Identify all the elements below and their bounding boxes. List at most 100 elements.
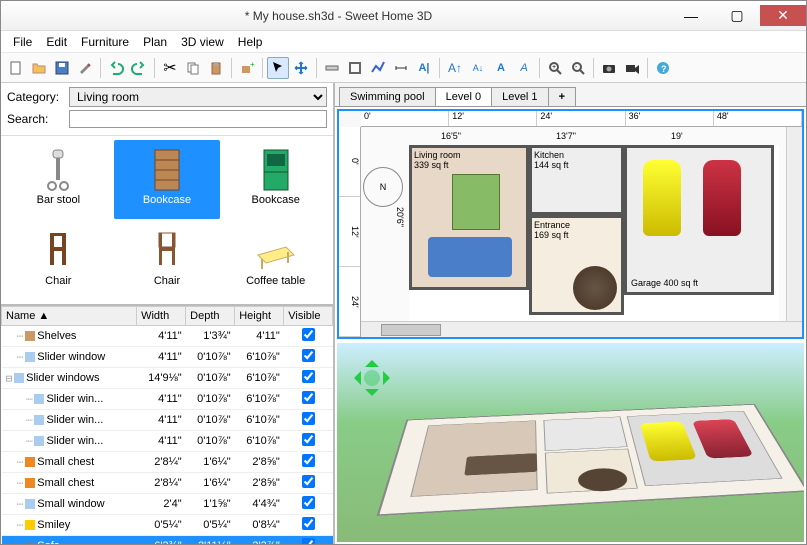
- menu-3dview[interactable]: 3D view: [175, 33, 230, 51]
- row-name: Small window: [37, 498, 104, 510]
- select-icon[interactable]: [267, 57, 289, 79]
- copy-icon[interactable]: [182, 57, 204, 79]
- dimension-icon[interactable]: [390, 57, 412, 79]
- category-label: Category:: [7, 90, 65, 104]
- room-kitchen: Kitchen144 sq ft: [529, 145, 624, 215]
- menu-file[interactable]: File: [7, 33, 38, 51]
- row-name: Slider win...: [46, 414, 103, 426]
- visible-checkbox[interactable]: [302, 412, 315, 425]
- menu-plan[interactable]: Plan: [137, 33, 173, 51]
- text-bigger-icon[interactable]: A↑: [444, 57, 466, 79]
- catalog-grid: Bar stoolBookcaseBookcaseChairChairCoffe…: [1, 136, 333, 304]
- col-visible[interactable]: Visible: [284, 307, 333, 326]
- scrollbar-vertical[interactable]: [786, 127, 802, 321]
- polyline-icon[interactable]: [367, 57, 389, 79]
- add-furniture-icon[interactable]: +: [236, 57, 258, 79]
- text-icon[interactable]: A|: [413, 57, 435, 79]
- category-select[interactable]: Living room: [69, 87, 327, 107]
- room-icon[interactable]: [344, 57, 366, 79]
- col-height[interactable]: Height: [235, 307, 284, 326]
- table-row[interactable]: ┈ Smiley0'5¼"0'5¼"0'8¼": [2, 515, 333, 536]
- tab-add[interactable]: +: [548, 87, 576, 106]
- save-icon[interactable]: [51, 57, 73, 79]
- menu-help[interactable]: Help: [232, 33, 269, 51]
- visible-checkbox[interactable]: [302, 433, 315, 446]
- table-row[interactable]: ┈ Small chest2'8¼"1'6¼"2'8⅝": [2, 473, 333, 494]
- catalog-item[interactable]: Bar stool: [5, 140, 112, 219]
- visible-checkbox[interactable]: [302, 454, 315, 467]
- tab-level-0[interactable]: Level 0: [435, 87, 492, 106]
- catalog-item-label: Coffee table: [224, 275, 327, 287]
- menu-edit[interactable]: Edit: [40, 33, 73, 51]
- visible-checkbox[interactable]: [302, 538, 315, 544]
- help-icon[interactable]: ?: [652, 57, 674, 79]
- row-name: Slider window: [37, 351, 105, 363]
- zoom-in-icon[interactable]: +: [544, 57, 566, 79]
- zoom-out-icon[interactable]: -: [567, 57, 589, 79]
- minimize-button[interactable]: —: [668, 5, 714, 26]
- table-row[interactable]: ┈ Slider win...4'11"0'10⅞"6'10⅞": [2, 389, 333, 410]
- table-row[interactable]: ┈ Slider win...4'11"0'10⅞"6'10⅞": [2, 431, 333, 452]
- wall-icon[interactable]: [321, 57, 343, 79]
- catalog-item[interactable]: Chair: [114, 221, 221, 300]
- catalog-item[interactable]: Bookcase: [222, 140, 329, 219]
- visible-checkbox[interactable]: [302, 517, 315, 530]
- plan-canvas[interactable]: N 16'5" 13'7" 19' 20'6" Living room339 s…: [361, 127, 786, 321]
- visible-checkbox[interactable]: [302, 475, 315, 488]
- table-row[interactable]: ┈ Small chest2'8¼"1'6¼"2'8⅝": [2, 452, 333, 473]
- table-row[interactable]: ┈ Sofa6'3¾"2'11½"3'3⅞": [2, 536, 333, 545]
- dim-label: 16'5": [441, 131, 461, 141]
- 3d-house: [377, 404, 804, 516]
- sofa-icon[interactable]: [428, 237, 512, 277]
- floorplan: Living room339 sq ft Kitchen144 sq ft En…: [409, 145, 779, 323]
- svg-text:?: ?: [661, 64, 667, 74]
- paste-icon[interactable]: [205, 57, 227, 79]
- row-name: Slider windows: [26, 372, 99, 384]
- col-depth[interactable]: Depth: [186, 307, 235, 326]
- cut-icon[interactable]: ✂: [159, 57, 181, 79]
- col-width[interactable]: Width: [137, 307, 186, 326]
- row-name: Sofa: [37, 540, 60, 544]
- text-smaller-icon[interactable]: A↓: [467, 57, 489, 79]
- search-input[interactable]: [69, 110, 327, 128]
- menu-furniture[interactable]: Furniture: [75, 33, 135, 51]
- catalog-item[interactable]: Chair: [5, 221, 112, 300]
- catalog-item[interactable]: Bookcase: [114, 140, 221, 219]
- redo-icon[interactable]: [128, 57, 150, 79]
- dim-label: 20'6": [395, 207, 405, 227]
- preferences-icon[interactable]: [74, 57, 96, 79]
- 3d-view[interactable]: [337, 343, 804, 542]
- table-row[interactable]: ┈ Slider win...4'11"0'10⅞"6'10⅞": [2, 410, 333, 431]
- text-italic-icon[interactable]: A: [513, 57, 535, 79]
- visible-checkbox[interactable]: [302, 370, 315, 383]
- tab-level-1[interactable]: Level 1: [491, 87, 548, 106]
- open-icon[interactable]: [28, 57, 50, 79]
- visible-checkbox[interactable]: [302, 496, 315, 509]
- furniture-list[interactable]: Name ▲ Width Depth Height Visible ┈ Shel…: [1, 304, 333, 544]
- ruler-vertical: 0'12'24': [339, 127, 361, 337]
- scrollbar-horizontal[interactable]: [361, 321, 802, 337]
- table-row[interactable]: ┈ Slider window4'11"0'10⅞"6'10⅞": [2, 347, 333, 368]
- photo-icon[interactable]: [598, 57, 620, 79]
- row-name: Shelves: [37, 330, 76, 342]
- visible-checkbox[interactable]: [302, 391, 315, 404]
- table-row[interactable]: ┈ Shelves4'11"1'3¾"4'11": [2, 326, 333, 347]
- col-name[interactable]: Name ▲: [2, 307, 137, 326]
- close-button[interactable]: ✕: [760, 5, 806, 26]
- maximize-button[interactable]: ▢: [714, 5, 760, 26]
- visible-checkbox[interactable]: [302, 349, 315, 362]
- plan-view[interactable]: 0'12'24'36'48' 0'12'24' N 16'5" 13'7" 19…: [337, 109, 804, 339]
- tab-swimming-pool[interactable]: Swimming pool: [339, 87, 436, 106]
- table-row[interactable]: ┈ Small window2'4"1'1⅝"4'4¾": [2, 494, 333, 515]
- furniture-icon: [7, 225, 110, 275]
- text-bold-icon[interactable]: A: [490, 57, 512, 79]
- video-icon[interactable]: [621, 57, 643, 79]
- table-row[interactable]: ⊟ Slider windows14'9⅛"0'10⅞"6'10⅞": [2, 368, 333, 389]
- undo-icon[interactable]: [105, 57, 127, 79]
- pan-icon[interactable]: [290, 57, 312, 79]
- catalog-item[interactable]: Coffee table: [222, 221, 329, 300]
- new-icon[interactable]: [5, 57, 27, 79]
- visible-checkbox[interactable]: [302, 328, 315, 341]
- catalog-item-label: Bookcase: [224, 194, 327, 206]
- nav-cross[interactable]: [347, 353, 397, 403]
